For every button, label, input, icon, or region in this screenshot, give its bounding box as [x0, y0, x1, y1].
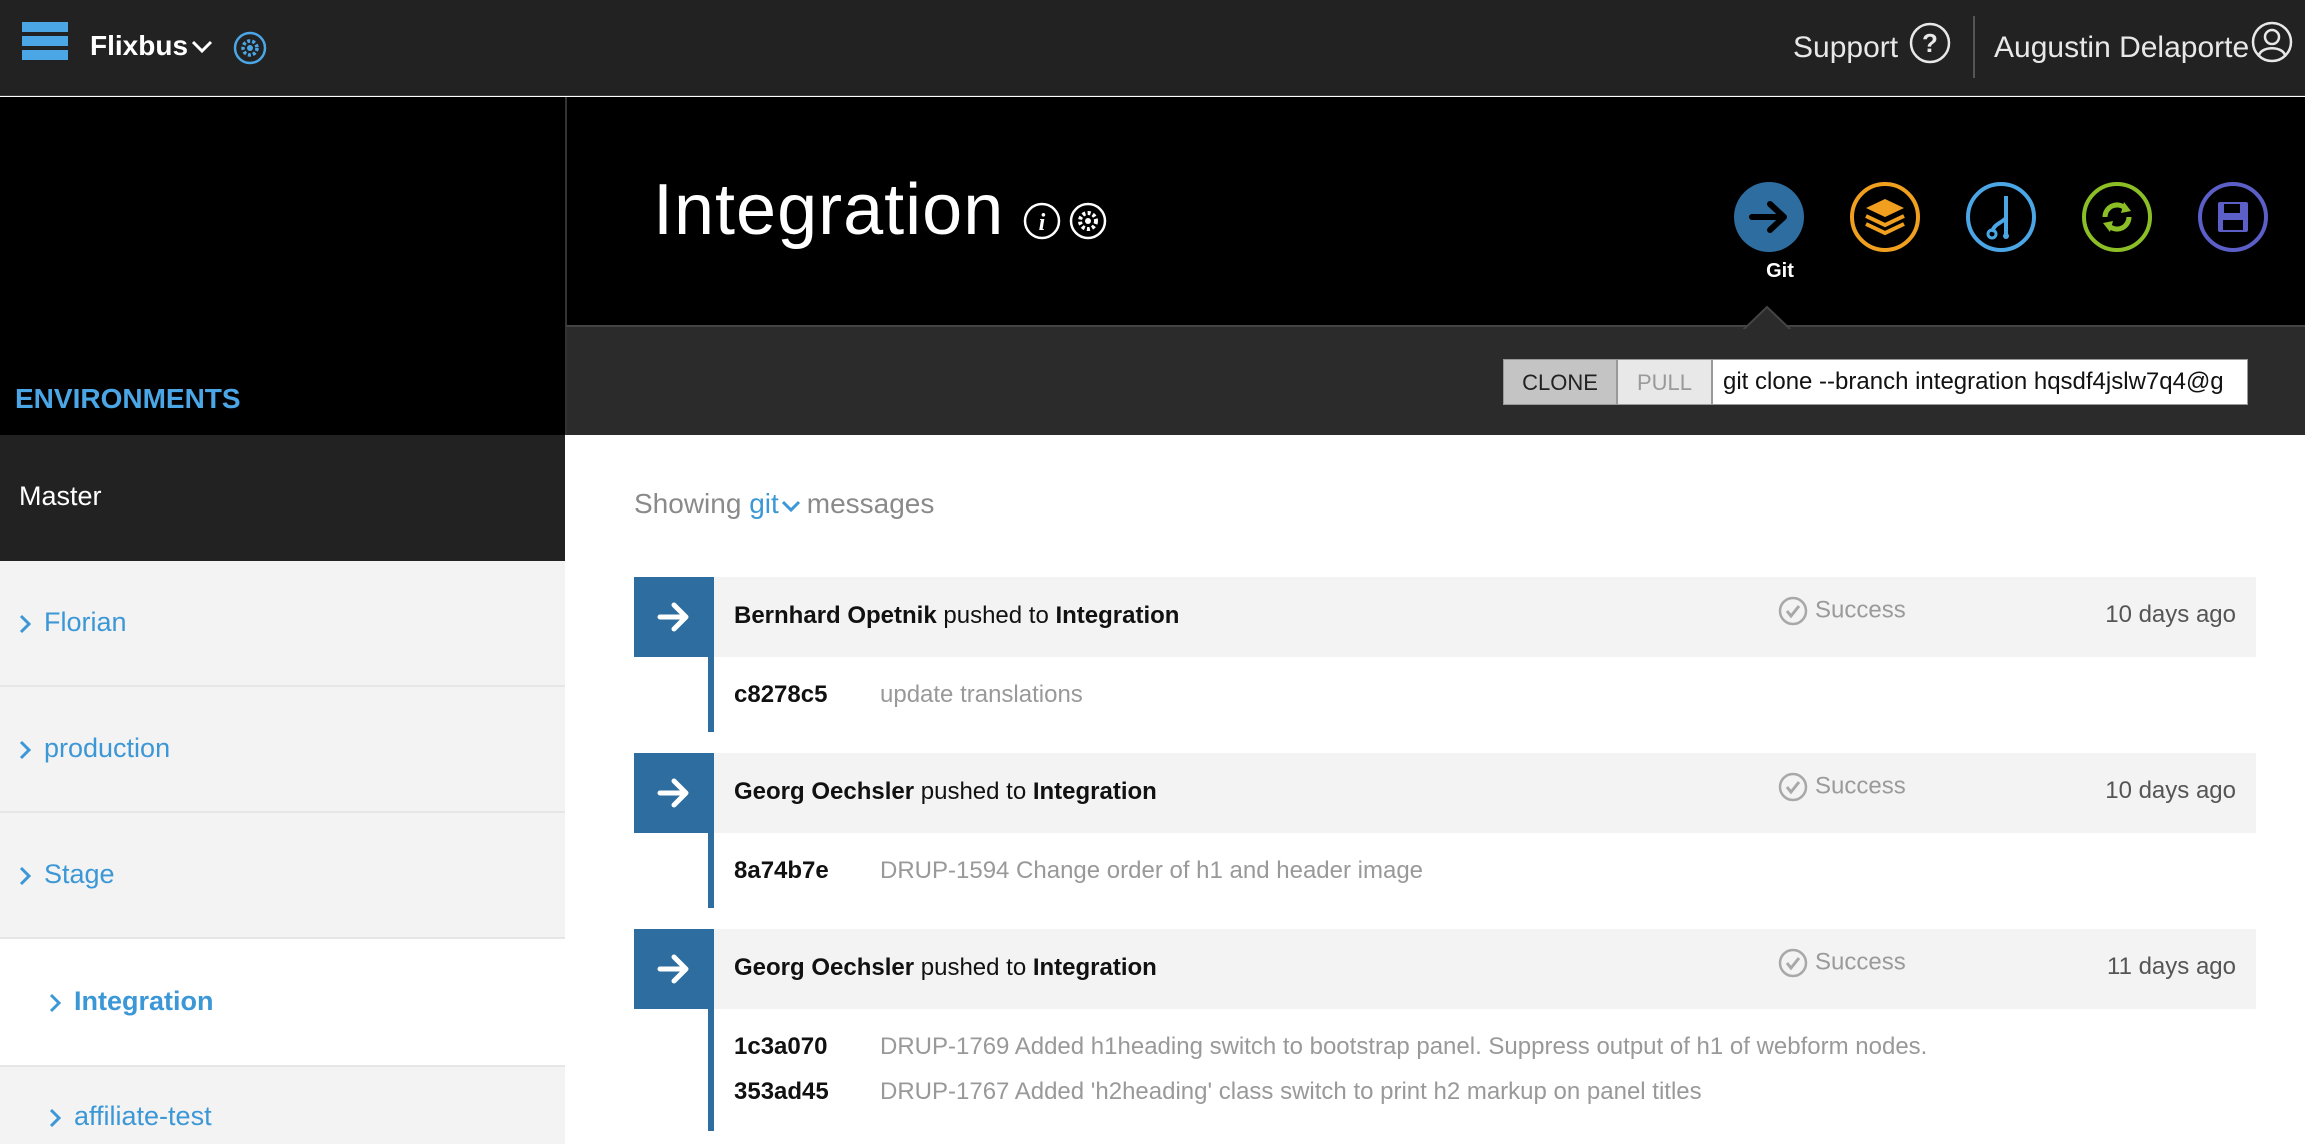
sidebar-item-master[interactable]: Master [0, 435, 565, 561]
help-icon[interactable]: ? [1908, 21, 1952, 65]
sidebar-item-label: affiliate-test [74, 1101, 212, 1131]
sidebar-item-label: Master [19, 481, 102, 511]
status-badge: Success [1777, 947, 1906, 979]
showing-suffix: messages [806, 488, 935, 519]
showing-prefix: Showing [634, 488, 742, 519]
clone-bar: CLONE PULL git clone --branch integratio… [565, 305, 2305, 435]
status-text: Success [1815, 948, 1906, 976]
push-icon[interactable] [634, 577, 714, 657]
chevron-down-icon[interactable] [190, 38, 214, 56]
entry-timeline [708, 1009, 714, 1131]
sync-icon[interactable] [2080, 180, 2154, 254]
git-action-label: Git [1766, 260, 1794, 282]
save-icon[interactable] [2196, 180, 2270, 254]
chevron-right-icon [49, 1108, 62, 1128]
commit-message: DRUP-1594 Change order of h1 and header … [880, 857, 1424, 884]
commit-hash[interactable]: c8278c5 [734, 681, 827, 709]
sidebar-item-affiliate-test[interactable]: affiliate-test [0, 1067, 565, 1144]
svg-text:?: ? [1922, 28, 1938, 58]
info-icon[interactable]: i [1022, 201, 1062, 241]
activity-entry: Bernhard Opetnik pushed to Integration S… [634, 577, 2256, 732]
gear-icon[interactable] [1068, 201, 1108, 241]
chevron-down-icon[interactable] [781, 498, 801, 514]
activity-entry: Georg Oechsler pushed to Integration Suc… [634, 753, 2256, 908]
activity-entry: Georg Oechsler pushed to Integration Suc… [634, 929, 2256, 1131]
entry-summary: Bernhard Opetnik pushed to Integration [734, 602, 1179, 630]
entry-action: pushed to [920, 778, 1027, 805]
clone-command-field[interactable]: git clone --branch integration hqsdf4jsl… [1712, 359, 2248, 405]
environment-header: Integration i Git [565, 97, 2305, 325]
entry-time: 11 days ago [2107, 953, 2236, 980]
commit-message: DRUP-1769 Added h1heading switch to boot… [880, 1033, 1928, 1060]
check-circle-icon [1778, 772, 1808, 802]
environments-title: ENVIRONMENTS [15, 383, 241, 414]
status-badge: Success [1777, 771, 1906, 803]
clone-button[interactable]: CLONE [1503, 359, 1617, 405]
sidebar-item-stage[interactable]: Stage [0, 813, 565, 939]
sidebar-item-label: Stage [44, 859, 115, 889]
message-type-filter[interactable]: git [749, 488, 779, 519]
chevron-right-icon [19, 614, 32, 634]
entry-action: pushed to [920, 954, 1027, 981]
project-settings-icon[interactable] [232, 30, 268, 66]
commit-hash[interactable]: 1c3a070 [734, 1033, 827, 1061]
entry-author[interactable]: Georg Oechsler [734, 954, 914, 981]
svg-text:i: i [1039, 210, 1046, 236]
sidebar-item-label: production [44, 733, 171, 763]
sidebar-item-label: Florian [44, 607, 127, 637]
user-name[interactable]: Augustin Delaporte [1994, 31, 2249, 65]
git-arrow-icon[interactable] [1732, 180, 1806, 254]
layers-icon[interactable] [1848, 180, 1922, 254]
tab-pointer [1742, 305, 1792, 331]
chevron-right-icon [49, 993, 62, 1013]
sidebar: ENVIRONMENTS Master Florian production S… [0, 97, 565, 1144]
messages-filter-line: Showing git messages [634, 488, 934, 520]
commit-hash[interactable]: 353ad45 [734, 1078, 829, 1106]
user-icon[interactable] [2250, 20, 2294, 64]
status-text: Success [1815, 772, 1906, 800]
pull-button[interactable]: PULL [1617, 359, 1712, 405]
entry-summary: Georg Oechsler pushed to Integration [734, 954, 1157, 982]
page-title: Integration [653, 170, 1005, 250]
top-bar: Flixbus Support ? Augustin Delaporte [0, 0, 2305, 96]
chevron-right-icon [19, 866, 32, 886]
entry-time: 10 days ago [2105, 777, 2236, 804]
status-text: Success [1815, 596, 1906, 624]
divider [1973, 16, 1975, 78]
menu-icon[interactable] [22, 22, 68, 68]
entry-timeline [708, 833, 714, 908]
commit-message: DRUP-1767 Added 'h2heading' class switch… [880, 1078, 1702, 1105]
commit-hash[interactable]: 8a74b7e [734, 857, 829, 885]
entry-target[interactable]: Integration [1033, 778, 1157, 805]
push-icon[interactable] [634, 753, 714, 833]
sidebar-item-production[interactable]: production [0, 687, 565, 813]
check-circle-icon [1778, 948, 1808, 978]
push-icon[interactable] [634, 929, 714, 1009]
check-circle-icon [1778, 596, 1808, 626]
entry-action: pushed to [943, 602, 1049, 629]
entry-time: 10 days ago [2105, 601, 2236, 628]
branch-icon[interactable] [1964, 180, 2038, 254]
status-badge: Success [1777, 595, 1906, 627]
entry-target[interactable]: Integration [1055, 602, 1179, 629]
entry-summary: Georg Oechsler pushed to Integration [734, 778, 1157, 806]
entry-author[interactable]: Bernhard Opetnik [734, 602, 937, 629]
commit-message: update translations [880, 681, 1083, 708]
sidebar-item-florian[interactable]: Florian [0, 561, 565, 687]
entry-author[interactable]: Georg Oechsler [734, 778, 914, 805]
entry-timeline [708, 657, 714, 732]
support-link[interactable]: Support [1793, 31, 1898, 65]
sidebar-item-integration[interactable]: Integration [0, 939, 565, 1067]
sidebar-header: ENVIRONMENTS [0, 97, 565, 435]
sidebar-item-label: Integration [74, 986, 214, 1016]
entry-target[interactable]: Integration [1033, 954, 1157, 981]
project-name[interactable]: Flixbus [90, 30, 188, 62]
chevron-right-icon [19, 740, 32, 760]
